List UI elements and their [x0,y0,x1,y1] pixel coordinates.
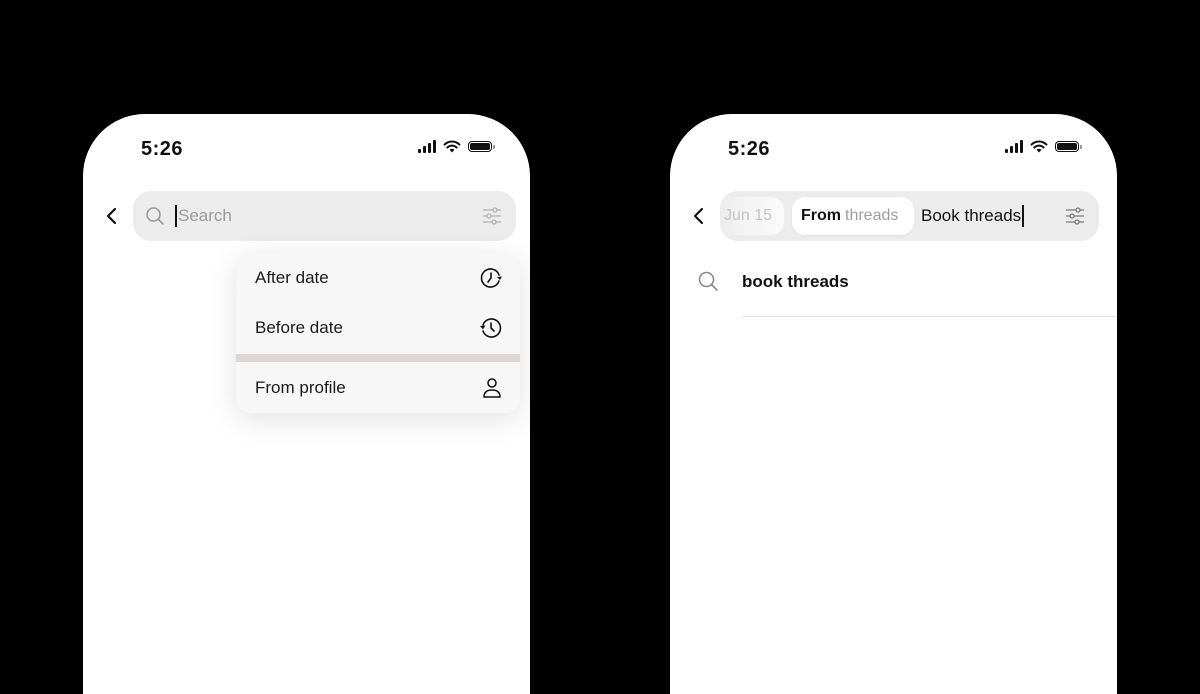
search-icon [697,270,719,297]
search-bar[interactable]: Jun 15 From threads Book threads [720,191,1099,241]
clock-forward-icon [480,268,502,288]
search-placeholder: Search [178,206,232,225]
menu-item-from-profile[interactable]: From profile [236,363,520,413]
back-button[interactable] [686,202,710,230]
text-caret [175,205,177,227]
search-suggestion[interactable]: book threads [670,268,1117,317]
chevron-left-icon [693,207,704,225]
phone-screen-left: 5:26 Search After date Before date From … [83,114,530,694]
menu-item-label: Before date [255,318,343,337]
divider [742,316,1117,317]
from-filter-chip[interactable]: From threads [792,197,914,235]
filter-menu: After date Before date From profile [236,253,520,413]
wifi-icon [443,140,461,153]
status-time: 5:26 [728,138,771,160]
chip-label: Jun 15 [724,207,773,224]
sliders-icon [1066,207,1084,225]
cellular-signal-icon [1005,140,1023,153]
status-icons [418,140,495,153]
cellular-signal-icon [418,140,436,153]
clock-history-icon [480,318,502,338]
back-button[interactable] [99,202,123,230]
search-query: Book threads [921,206,1022,225]
menu-item-after-date[interactable]: After date [236,253,520,303]
suggestion-text: book threads [742,272,849,291]
menu-separator [236,354,520,362]
chip-value: threads [845,207,899,224]
menu-item-label: After date [255,268,329,287]
date-filter-chip[interactable]: Jun 15 [720,197,784,235]
search-input[interactable]: Search [175,205,232,227]
status-time: 5:26 [141,138,184,160]
filter-button[interactable] [1065,206,1085,231]
search-input[interactable]: Book threads [921,205,1025,227]
phone-screen-right: 5:26 Jun 15 From threads Book threads bo… [670,114,1117,694]
search-bar[interactable]: Search [133,191,516,241]
wifi-icon [1030,140,1048,153]
text-caret [1022,205,1025,227]
battery-icon [1055,141,1082,152]
status-icons [1005,140,1082,153]
filter-button[interactable] [482,206,502,231]
search-icon [145,206,165,231]
menu-item-label: From profile [255,378,346,397]
chip-keyword: From [801,207,841,224]
chevron-left-icon [106,207,117,225]
sliders-icon [483,207,501,225]
person-icon [483,378,501,398]
menu-item-before-date[interactable]: Before date [236,303,520,353]
battery-icon [468,141,495,152]
